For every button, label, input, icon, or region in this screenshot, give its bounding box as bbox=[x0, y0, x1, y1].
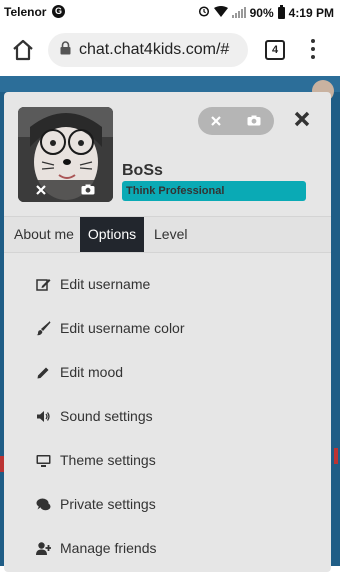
option-private-settings[interactable]: Private settings bbox=[4, 482, 331, 526]
address-bar[interactable]: chat.chat4kids.com/# bbox=[48, 33, 248, 67]
profile-tabs: About me Options Level bbox=[4, 216, 331, 253]
close-icon bbox=[35, 185, 46, 195]
camera-icon bbox=[247, 115, 261, 125]
page-edge-marker bbox=[334, 448, 338, 464]
option-sound-settings[interactable]: Sound settings bbox=[4, 394, 331, 438]
upload-cover-button[interactable] bbox=[247, 114, 261, 129]
battery-percent: 90% bbox=[249, 5, 274, 20]
status-icons: 90% 4:19 PM bbox=[198, 4, 334, 20]
option-manage-friends[interactable]: Manage friends bbox=[4, 526, 331, 570]
close-icon bbox=[294, 111, 310, 127]
option-edit-username[interactable]: Edit username bbox=[4, 262, 331, 306]
option-edit-mood[interactable]: Edit mood bbox=[4, 350, 331, 394]
option-label: Edit username color bbox=[60, 320, 185, 336]
brush-icon bbox=[36, 320, 51, 336]
home-icon bbox=[13, 39, 33, 61]
option-label: Private settings bbox=[60, 496, 156, 512]
option-edit-username-color[interactable]: Edit username color bbox=[4, 306, 331, 350]
option-label: Edit username bbox=[60, 276, 151, 292]
option-label: Sound settings bbox=[60, 408, 153, 424]
avatar-controls bbox=[18, 180, 113, 202]
carrier-icon: G bbox=[52, 5, 65, 18]
lock-icon bbox=[60, 40, 71, 60]
option-theme-settings[interactable]: Theme settings bbox=[4, 438, 331, 482]
profile-modal: BoSs Think Professional About me Options… bbox=[4, 92, 331, 572]
option-label: Edit mood bbox=[60, 364, 124, 380]
upload-avatar-button[interactable] bbox=[81, 184, 95, 198]
clock: 4:19 PM bbox=[288, 5, 334, 20]
edit-icon bbox=[36, 277, 51, 292]
close-icon bbox=[211, 115, 221, 126]
avatar bbox=[18, 107, 113, 202]
tab-about-me[interactable]: About me bbox=[4, 217, 78, 252]
mood-badge: Think Professional bbox=[122, 181, 306, 201]
battery-icon bbox=[277, 4, 285, 19]
wifi-icon bbox=[213, 5, 228, 20]
pencil-icon bbox=[36, 365, 51, 380]
monitor-icon bbox=[36, 453, 51, 468]
remove-cover-button[interactable] bbox=[211, 114, 221, 129]
tab-switcher-button[interactable]: 4 bbox=[265, 40, 285, 60]
options-list: Edit username Edit username color Edit m… bbox=[4, 262, 331, 570]
carrier-name: Telenor bbox=[4, 5, 47, 19]
username: BoSs bbox=[122, 162, 163, 179]
home-button[interactable] bbox=[10, 37, 36, 63]
volume-icon bbox=[36, 409, 51, 424]
option-label: Manage friends bbox=[60, 540, 157, 556]
browser-toolbar: chat.chat4kids.com/# 4 bbox=[0, 24, 340, 76]
browser-menu-button[interactable] bbox=[309, 39, 317, 61]
tab-options[interactable]: Options bbox=[80, 217, 144, 252]
alarm-icon bbox=[198, 5, 210, 20]
remove-avatar-button[interactable] bbox=[35, 184, 46, 198]
cover-controls bbox=[198, 107, 274, 135]
url-text: chat.chat4kids.com/# bbox=[79, 41, 230, 58]
tab-level[interactable]: Level bbox=[154, 217, 198, 252]
signal-icon bbox=[231, 7, 246, 18]
add-user-icon bbox=[36, 541, 51, 556]
close-modal-button[interactable] bbox=[291, 110, 313, 132]
page-header bbox=[0, 76, 340, 92]
chat-icon bbox=[36, 497, 51, 512]
camera-icon bbox=[81, 184, 95, 195]
option-label: Theme settings bbox=[60, 452, 156, 468]
status-bar: Telenor G 90% 4:19 PM bbox=[0, 0, 340, 24]
